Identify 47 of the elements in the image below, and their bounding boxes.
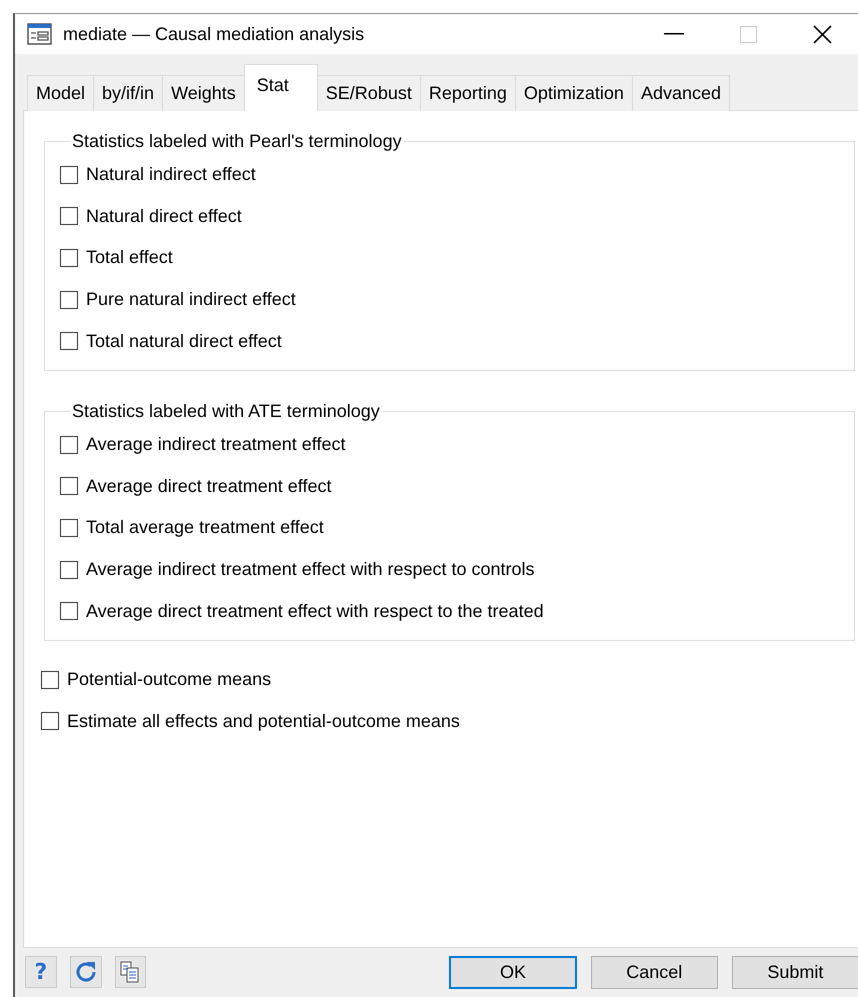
checkbox[interactable] <box>60 602 78 620</box>
tab[interactable]: by/if/in <box>93 75 164 111</box>
checkbox-label[interactable]: Average direct treatment effect with respect to the treated <box>86 600 544 622</box>
checkbox-label[interactable]: Average indirect treatment effect <box>86 434 346 456</box>
tab[interactable]: Advanced <box>632 75 730 111</box>
checkbox-label[interactable]: Average direct treatment effect <box>86 476 332 497</box>
dialog-icon <box>27 23 52 45</box>
checkbox-label[interactable]: Natural direct effect <box>86 206 242 227</box>
close-icon[interactable] <box>812 24 832 44</box>
dialog-button[interactable]: Submit <box>732 956 858 988</box>
copy-icon <box>119 960 142 984</box>
checkbox-label[interactable]: Potential-outcome means <box>67 669 272 690</box>
window-title: mediate — Causal mediation analysis <box>63 24 366 44</box>
checkbox[interactable] <box>60 290 78 309</box>
tab[interactable]: Optimization <box>514 75 633 111</box>
checkbox[interactable] <box>60 166 78 184</box>
reset-button[interactable] <box>70 956 102 988</box>
copy-button[interactable] <box>114 956 146 988</box>
checkbox-label[interactable]: Pure natural indirect effect <box>86 289 296 310</box>
checkbox[interactable] <box>60 560 78 579</box>
group-title: Statistics labeled with Pearl's terminology <box>71 131 403 152</box>
minimize-icon[interactable] <box>664 33 684 35</box>
checkbox[interactable] <box>60 436 78 454</box>
help-button[interactable]: ? <box>25 956 57 988</box>
checkbox[interactable] <box>60 477 78 496</box>
checkbox[interactable] <box>60 518 78 537</box>
checkbox-label[interactable]: Natural indirect effect <box>86 164 256 186</box>
checkbox-label[interactable]: Total natural direct effect <box>86 330 282 352</box>
checkbox[interactable] <box>60 207 78 226</box>
checkbox[interactable] <box>41 670 59 689</box>
checkbox-label[interactable]: Estimate all effects and potential-outcome means <box>67 710 460 732</box>
maximize-icon <box>740 26 756 42</box>
checkbox-label[interactable]: Average indirect treatment effect with respect to controls <box>86 559 535 580</box>
refresh-icon <box>74 960 98 984</box>
checkbox[interactable] <box>41 712 59 730</box>
tab[interactable]: Weights <box>162 75 245 111</box>
tab[interactable]: Reporting <box>420 75 516 111</box>
checkbox[interactable] <box>60 248 78 267</box>
tab[interactable]: SE/Robust <box>316 75 421 111</box>
tab[interactable]: Stat <box>244 64 318 111</box>
checkbox-label[interactable]: Total effect <box>86 247 173 268</box>
group-title: Statistics labeled with ATE terminology <box>71 400 381 422</box>
checkbox-label[interactable]: Total average treatment effect <box>86 517 324 538</box>
dialog-button[interactable]: OK <box>449 956 577 988</box>
dialog-button[interactable]: Cancel <box>590 956 718 988</box>
tab[interactable]: Model <box>27 75 94 111</box>
checkbox[interactable] <box>60 332 78 350</box>
